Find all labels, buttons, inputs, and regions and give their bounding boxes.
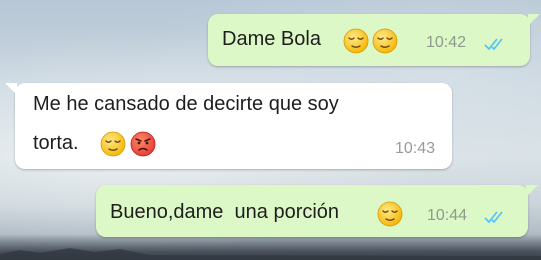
message-text: Bueno,dame una porción	[110, 201, 340, 223]
message-text: Dame Bola	[222, 28, 321, 50]
message-timestamp: 10:42	[426, 34, 467, 51]
message-text-line-1: Me he cansado de decirte que soy	[33, 93, 339, 115]
bubble-tail	[528, 14, 540, 26]
read-receipt-icon	[484, 38, 503, 51]
outgoing-message-bubble[interactable]: Bueno,dame una porción 10:44	[96, 185, 538, 237]
relieved-face-icon	[372, 28, 398, 54]
read-receipt-icon	[484, 211, 503, 224]
message-timestamp: 10:43	[395, 140, 436, 157]
relieved-face-icon	[343, 28, 369, 54]
incoming-message-bubble[interactable]: Me he cansado de decirte que soy torta. …	[5, 83, 452, 169]
wallpaper-horizon	[0, 234, 541, 260]
relieved-face-icon	[377, 201, 403, 227]
bubble-tail	[5, 83, 17, 95]
bubble-tail	[526, 185, 538, 197]
message-text-line-2: torta.	[33, 132, 79, 154]
relieved-face-icon	[100, 131, 126, 157]
outgoing-message-bubble[interactable]: Dame Bola 10:42	[208, 14, 540, 66]
pouting-face-icon	[130, 131, 156, 157]
message-timestamp: 10:44	[427, 207, 468, 224]
